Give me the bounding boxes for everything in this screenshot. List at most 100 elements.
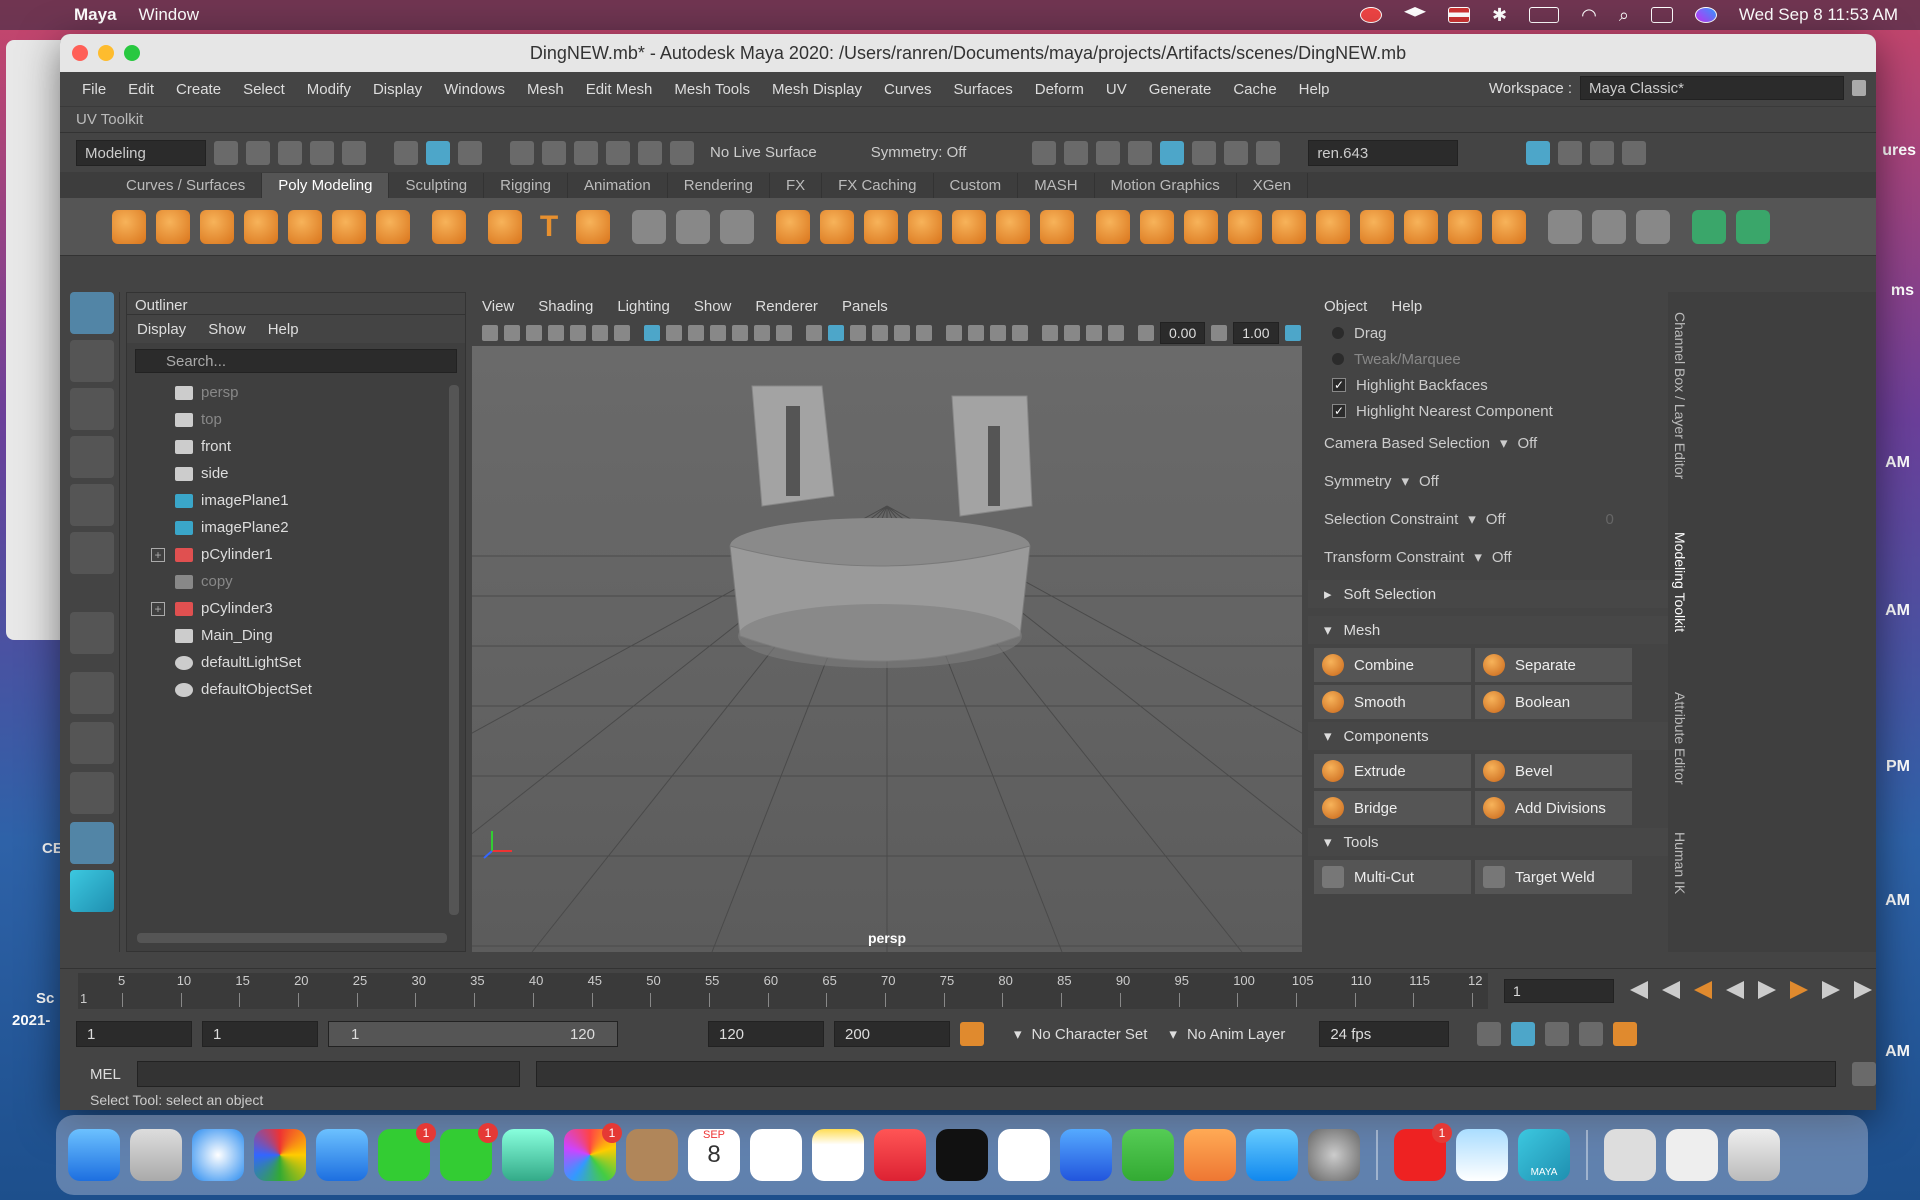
shelf-tab-custom[interactable]: Custom [934,173,1019,198]
news-icon[interactable] [998,1129,1050,1181]
color-management-icon[interactable] [1284,325,1301,341]
expand-icon[interactable]: + [151,547,165,562]
pivot-icon[interactable] [632,209,666,244]
uv-editor-shelf-icon[interactable] [1692,209,1726,244]
gate-mask-icon[interactable] [710,325,726,341]
poly-disc-icon[interactable] [376,209,410,244]
default-material-icon[interactable] [894,325,910,341]
four-view-icon[interactable] [70,722,114,764]
field-chart-icon[interactable] [732,325,748,341]
viewport-menu-renderer[interactable]: Renderer [755,298,818,315]
run-icon[interactable] [1613,1022,1638,1046]
sound-icon[interactable] [1545,1022,1570,1046]
menu-mesh[interactable]: Mesh [527,81,564,98]
safari-icon[interactable] [192,1129,244,1181]
outliner-horizontal-scrollbar[interactable] [137,933,447,943]
film-gate-icon[interactable] [666,325,682,341]
netease-music-icon[interactable]: 1 [1394,1123,1452,1181]
snap-surface-icon[interactable] [638,140,662,165]
selection-constraint-row[interactable]: Selection Constraint ▾ Off 0 [1308,500,1668,538]
shelf-tab-curves-surfaces[interactable]: Curves / Surfaces [110,173,263,198]
target-weld-button[interactable]: Target Weld [1475,860,1632,894]
mel-label[interactable]: MEL [90,1066,121,1083]
chevron-down-icon[interactable]: ▾ [1468,510,1476,528]
outliner-layout-icon[interactable] [70,822,114,864]
grid-icon[interactable] [644,325,660,341]
outliner-item-defaultlightset[interactable]: defaultLightSet [127,649,465,676]
facetime-icon[interactable]: 1 [378,1123,436,1181]
numbers-icon[interactable] [1122,1129,1174,1181]
shelf-tab-rendering[interactable]: Rendering [668,173,770,198]
finder-icon[interactable] [68,1129,120,1181]
poly-cube-icon[interactable] [156,209,190,244]
append-shelf-icon[interactable] [1228,209,1262,244]
separate-button[interactable]: Separate [1475,648,1632,682]
trash-icon[interactable] [1728,1129,1780,1181]
outliner-menu-show[interactable]: Show [208,321,246,338]
xray-joints-icon[interactable] [1086,325,1102,341]
render-view-icon[interactable] [1032,140,1057,165]
expand-icon[interactable]: + [151,601,165,616]
boolean-button[interactable]: Boolean [1475,685,1632,719]
radio-icon[interactable] [1332,327,1344,339]
image-plane-toggle-icon[interactable] [570,325,586,341]
selection-constraint-number[interactable]: 0 [1606,511,1614,528]
spotlight-icon[interactable]: ⌕ [1619,5,1629,26]
mail-icon[interactable] [316,1129,368,1181]
two-view-icon[interactable] [70,772,114,814]
poly-plane-icon[interactable] [332,209,366,244]
range-slider[interactable]: 1 120 [328,1021,618,1047]
chevron-down-icon[interactable]: ▾ [1169,1025,1177,1043]
viewport-canvas[interactable]: persp [71,346,1703,953]
loop-icon[interactable] [1477,1022,1502,1046]
menu-display[interactable]: Display [373,81,422,98]
poly-sphere-icon[interactable] [112,209,146,244]
preview-icon[interactable] [1456,1129,1508,1181]
add-divisions-button[interactable]: Add Divisions [1475,791,1632,825]
contacts-icon[interactable] [626,1129,678,1181]
user-account-dropdown[interactable]: ren.643 [1308,139,1459,166]
close-button[interactable] [72,45,88,61]
minimize-button[interactable] [98,45,114,61]
components-section[interactable]: ▾ Components [1308,722,1668,750]
menu-file[interactable]: File [82,81,106,98]
select-component-icon[interactable] [458,140,482,165]
move-tool-icon[interactable] [70,436,114,478]
viewport-menu-lighting[interactable]: Lighting [617,298,670,315]
menu-mesh-tools[interactable]: Mesh Tools [674,81,750,98]
shadows-icon[interactable] [946,325,962,341]
super-shape-icon[interactable] [488,209,522,244]
mode-dropdown[interactable]: Modeling [76,139,206,166]
wifi-icon[interactable]: ◠ [1581,5,1597,26]
use-lights-icon[interactable] [916,325,932,341]
shelf-tab-fx[interactable]: FX [770,173,823,198]
tab-human-ik[interactable]: Human IK [1672,832,1688,894]
play-forward-icon[interactable] [1758,981,1776,999]
poly-torus-icon[interactable] [288,209,322,244]
snowflake-icon[interactable] [720,209,754,244]
circularize-shelf-icon[interactable] [1492,209,1526,244]
live-surface-dropdown[interactable]: No Live Surface [702,140,825,166]
wireframe-icon[interactable] [806,325,822,341]
bookmark-icon[interactable] [548,325,564,341]
tools-section[interactable]: ▾ Tools [1308,828,1668,856]
separate-shelf-icon[interactable] [820,209,854,244]
manipulator-icon[interactable] [70,612,114,654]
undo-icon[interactable] [310,140,334,165]
keynote-icon[interactable] [1060,1129,1112,1181]
remesh-shelf-icon[interactable] [1040,209,1074,244]
snap-magnet-icon[interactable] [670,140,694,165]
shelf-tab-sculpting[interactable]: Sculpting [389,173,485,198]
menu-create[interactable]: Create [176,81,221,98]
outliner-item-persp[interactable]: persp [127,379,465,406]
extract-shelf-icon[interactable] [864,209,898,244]
animation-start-field[interactable]: 1 [76,1021,192,1047]
photos-icon[interactable]: 1 [564,1123,622,1181]
app-store-icon[interactable] [1246,1129,1298,1181]
music-icon[interactable] [874,1129,926,1181]
camera-lock-icon[interactable] [504,325,520,341]
menubar-app-name[interactable]: Maya [74,5,117,25]
ipr-render-icon[interactable] [1096,140,1121,165]
outliner-item-side[interactable]: side [127,460,465,487]
tab-attribute-editor[interactable]: Attribute Editor [1672,692,1688,785]
